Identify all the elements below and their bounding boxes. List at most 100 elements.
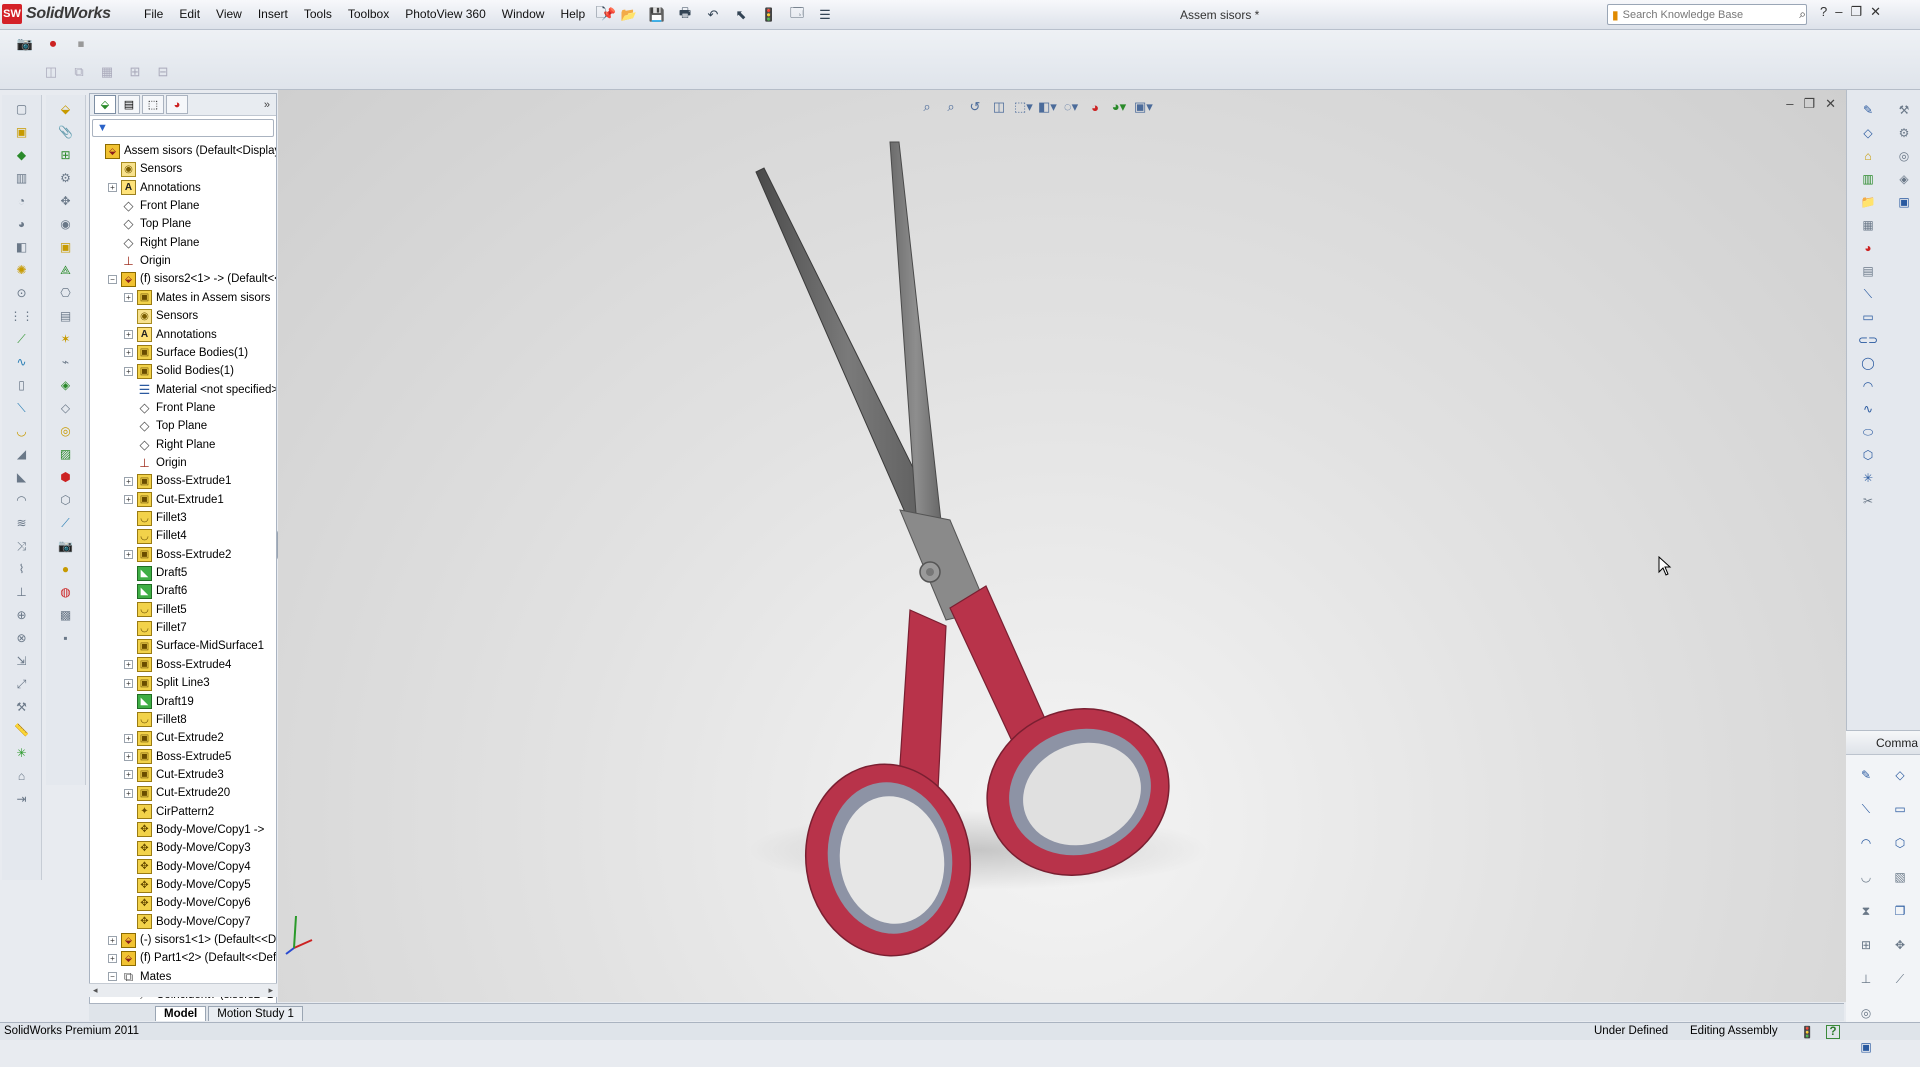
feature-tree-scrollbar[interactable]: ◂ ▸ [89, 983, 277, 997]
tree-item[interactable]: ◡ Fillet4 [124, 527, 187, 545]
reference-geometry-icon[interactable]: ⟁ [55, 261, 77, 279]
cp-rapid-sketch-icon[interactable]: ▣ [1855, 1038, 1877, 1056]
tree-item[interactable]: ◡ Fillet8 [124, 711, 187, 729]
loft-icon[interactable]: ◧ [11, 238, 33, 256]
expand-icon[interactable]: + [108, 935, 117, 945]
tree-item[interactable]: ⊥ Origin [124, 454, 186, 472]
new-sketch-icon[interactable]: ▢ [11, 100, 33, 118]
tree-item[interactable]: ◣ Draft19 [124, 693, 194, 711]
instant3d-icon[interactable]: ⬢ [55, 468, 77, 486]
menu-edit[interactable]: Edit [171, 6, 208, 24]
tree-item[interactable]: + ▣ Solid Bodies(1) [124, 362, 234, 380]
expand-icon[interactable]: + [108, 183, 117, 193]
cp-quick-snaps-icon[interactable]: ◎ [1855, 1004, 1877, 1022]
large-assembly-icon[interactable]: ⬡ [55, 491, 77, 509]
explode-tool-icon[interactable]: ⊟ [152, 62, 174, 82]
menu-view[interactable]: View [208, 6, 250, 24]
boundary-icon[interactable]: ✺ [11, 261, 33, 279]
tree-item[interactable]: ▣ Surface-MidSurface1 [124, 637, 264, 655]
curve-icon[interactable]: ∿ [11, 353, 33, 371]
cp-rectangle-icon[interactable]: ▭ [1889, 800, 1911, 818]
configuration-manager-tab-icon[interactable]: ⬚ [142, 95, 164, 114]
expand-icon[interactable]: + [124, 366, 133, 376]
options-icon[interactable]: ☰ [814, 5, 836, 25]
linear-pattern-icon[interactable]: ⊞ [55, 146, 77, 164]
cp-offset-icon[interactable]: ▧ [1889, 868, 1911, 886]
sketch-icon[interactable]: ▣ [11, 123, 33, 141]
expand-icon[interactable]: + [124, 550, 133, 560]
tree-item[interactable]: ◉ Sensors [108, 160, 182, 178]
tree-item[interactable]: ◣ Draft6 [124, 582, 187, 600]
select-arrow-icon[interactable]: ⬉ [730, 5, 752, 25]
feature-tree-tab-icon[interactable]: ⬙ [94, 95, 116, 114]
expand-icon[interactable]: + [124, 330, 133, 339]
scale-icon[interactable]: ⤢ [11, 675, 33, 693]
reference-point-icon[interactable]: ✳ [11, 744, 33, 762]
motion-icon[interactable]: ⚙ [1893, 124, 1915, 142]
undo-icon[interactable]: ↶ [702, 5, 724, 25]
expand-icon[interactable]: + [124, 752, 133, 762]
expand-icon[interactable]: + [124, 788, 133, 798]
pattern-tool-icon[interactable]: ⊞ [124, 62, 146, 82]
menu-help[interactable]: Help [552, 6, 593, 24]
scene-icon[interactable]: ▩ [55, 606, 77, 624]
draft-icon[interactable]: ◣ [11, 468, 33, 486]
menu-file[interactable]: File [136, 6, 171, 24]
tree-item[interactable]: + ▣ Boss-Extrude5 [124, 748, 231, 766]
expand-icon[interactable]: + [124, 495, 133, 505]
split-icon[interactable]: ⊗ [11, 629, 33, 647]
deform-icon[interactable]: ⌇ [11, 560, 33, 578]
assembly-features-icon[interactable]: ▣ [55, 238, 77, 256]
snapshot-icon[interactable]: 📷 [55, 537, 77, 555]
sweep-icon[interactable]: ◕ [11, 215, 33, 233]
measure-icon[interactable]: 📏 [11, 721, 33, 739]
display-manager-tab-icon[interactable]: ◕ [166, 95, 188, 114]
toolbox-icon[interactable]: ⚒ [1893, 101, 1915, 119]
arc-icon[interactable]: ◠ [1857, 377, 1879, 395]
new-motion-study-icon[interactable]: ⎔ [55, 284, 77, 302]
tree-item[interactable]: ⊥ Origin [108, 252, 170, 270]
save-icon[interactable]: 💾 [646, 5, 668, 25]
expand-panel-icon[interactable]: » [264, 99, 270, 111]
stop-icon[interactable]: ⏹ [70, 34, 92, 54]
menu-window[interactable]: Window [494, 6, 553, 24]
record-icon[interactable]: ⏺ [42, 34, 64, 54]
cp-relations-icon[interactable]: ⊥ [1855, 970, 1877, 988]
mate-tool-icon[interactable]: ⧉ [68, 62, 90, 82]
mate-icon[interactable]: 📎 [55, 123, 77, 141]
search-input[interactable]: Search Knowledge Base [1623, 9, 1796, 21]
cp-fillet-icon[interactable]: ◡ [1855, 868, 1877, 886]
decal-icon[interactable]: ▪ [55, 629, 77, 647]
fillet-icon[interactable]: ◡ [11, 422, 33, 440]
restore-icon[interactable]: ❐ [1850, 4, 1862, 20]
rebuild-status-icon[interactable]: 🚦 [1800, 1025, 1814, 1039]
pattern-icon[interactable]: ⋮⋮ [10, 307, 34, 325]
collapse-icon[interactable]: − [108, 274, 117, 284]
expand-icon[interactable]: + [124, 733, 133, 743]
expand-icon[interactable]: + [124, 660, 133, 670]
scissors-model[interactable] [278, 90, 1846, 1002]
cp-sketch-icon[interactable]: ✎ [1855, 766, 1877, 784]
assembly-visualization-icon[interactable]: ▨ [55, 445, 77, 463]
tree-item[interactable]: ◉ Sensors [124, 307, 198, 325]
show-hidden-icon[interactable]: ◉ [55, 215, 77, 233]
mirror-icon[interactable]: ⟋ [11, 330, 33, 348]
tree-item[interactable]: + A Annotations [124, 326, 217, 344]
slot-icon[interactable]: ⊂⊃ [1857, 331, 1879, 349]
simulation-icon[interactable]: ◎ [1893, 147, 1915, 165]
tree-item[interactable]: + ▣ Split Line3 [124, 674, 210, 692]
smart-fasteners-icon[interactable]: ⚙ [55, 169, 77, 187]
hole-alignment-icon[interactable]: ◎ [55, 422, 77, 440]
tree-item[interactable]: ✥ Body-Move/Copy5 [124, 876, 251, 894]
tree-item[interactable]: ◇ Front Plane [124, 399, 216, 417]
menu-insert[interactable]: Insert [250, 6, 296, 24]
costing-icon[interactable]: ▣ [1893, 193, 1915, 211]
tree-item[interactable]: ✥ Body-Move/Copy3 [124, 839, 251, 857]
cp-dimension-icon[interactable]: ◇ [1889, 766, 1911, 784]
tool-icon[interactable]: ⚒ [11, 698, 33, 716]
expand-icon[interactable]: + [124, 770, 133, 780]
tree-item[interactable]: + ▣ Cut-Extrude1 [124, 491, 224, 509]
solidworks-logo[interactable]: SW SolidWorks [2, 3, 120, 25]
move-face-icon[interactable]: ⇲ [11, 652, 33, 670]
property-manager-tab-icon[interactable]: ▤ [118, 95, 140, 114]
